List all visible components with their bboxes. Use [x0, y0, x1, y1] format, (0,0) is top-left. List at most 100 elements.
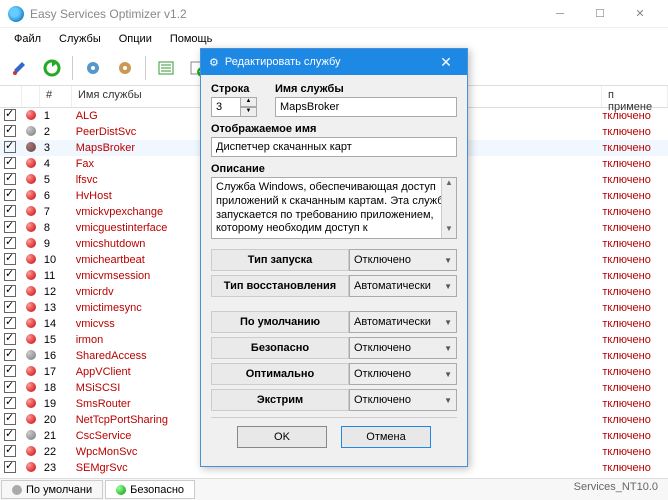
row-checkbox[interactable]: [4, 381, 16, 393]
option-select[interactable]: Автоматически▼: [349, 275, 457, 297]
row-checkbox[interactable]: [4, 429, 16, 441]
row-status: тключено: [598, 206, 668, 218]
row-checkbox[interactable]: [4, 157, 16, 169]
profile-tab-default[interactable]: По умолчани: [1, 480, 103, 499]
option-select[interactable]: Отключено▼: [349, 337, 457, 359]
tool-gear2-icon[interactable]: [111, 54, 139, 82]
row-checkbox[interactable]: [4, 205, 16, 217]
menu-services[interactable]: Службы: [51, 31, 109, 47]
row-number: 4: [40, 158, 72, 170]
status-bullet-icon: [26, 302, 36, 312]
option-label: Экстрим: [211, 389, 349, 411]
display-name-input[interactable]: [211, 137, 457, 157]
row-status: тключено: [598, 334, 668, 346]
service-name: irmon: [72, 334, 201, 346]
status-bullet-icon: [26, 158, 36, 168]
row-checkbox[interactable]: [4, 301, 16, 313]
row-number: 9: [40, 238, 72, 250]
row-status: тключено: [598, 302, 668, 314]
tool-gear1-icon[interactable]: [79, 54, 107, 82]
service-name: lfsvc: [72, 174, 201, 186]
row-number: 5: [40, 174, 72, 186]
svc-name-label: Имя службы: [275, 83, 457, 95]
desc-textarea[interactable]: Служба Windows, обеспечивающая доступ пр…: [211, 177, 457, 239]
line-spinner[interactable]: ▲▼: [211, 97, 265, 117]
status-bullet-icon: [26, 254, 36, 264]
row-checkbox[interactable]: [4, 237, 16, 249]
tool-list-icon[interactable]: [152, 54, 180, 82]
menu-options[interactable]: Опции: [111, 31, 160, 47]
cancel-button[interactable]: Отмена: [341, 426, 431, 448]
status-bullet-icon: [26, 430, 36, 440]
row-checkbox[interactable]: [4, 413, 16, 425]
option-select[interactable]: Отключено▼: [349, 389, 457, 411]
row-status: тключено: [598, 254, 668, 266]
row-status: тключено: [598, 462, 668, 474]
service-name: vmicvmsession: [72, 270, 201, 282]
row-number: 19: [40, 398, 72, 410]
chevron-down-icon: ▼: [444, 370, 452, 379]
spin-down-icon[interactable]: ▼: [241, 107, 257, 117]
row-checkbox[interactable]: [4, 173, 16, 185]
ok-button[interactable]: OK: [237, 426, 327, 448]
close-button[interactable]: ✕: [620, 0, 660, 28]
menu-help[interactable]: Помощь: [162, 31, 221, 47]
row-number: 8: [40, 222, 72, 234]
status-bullet-icon: [26, 190, 36, 200]
row-number: 1: [40, 110, 72, 122]
display-name-label: Отображаемое имя: [211, 123, 457, 135]
option-label: Тип запуска: [211, 249, 349, 271]
row-status: тключено: [598, 158, 668, 170]
status-bullet-icon: [26, 174, 36, 184]
row-number: 2: [40, 126, 72, 138]
row-number: 23: [40, 462, 72, 474]
row-checkbox[interactable]: [4, 349, 16, 361]
option-select[interactable]: Отключено▼: [349, 249, 457, 271]
col-service-name[interactable]: Имя службы: [72, 86, 202, 107]
row-checkbox[interactable]: [4, 141, 16, 153]
dialog-title: Редактировать службу: [225, 56, 341, 68]
tool-refresh-icon[interactable]: [38, 54, 66, 82]
row-checkbox[interactable]: [4, 445, 16, 457]
desc-scrollbar[interactable]: ▲ ▼: [441, 178, 456, 238]
scroll-down-icon[interactable]: ▼: [442, 224, 456, 238]
row-number: 20: [40, 414, 72, 426]
menu-file[interactable]: Файл: [6, 31, 49, 47]
row-checkbox[interactable]: [4, 189, 16, 201]
row-checkbox[interactable]: [4, 333, 16, 345]
row-checkbox[interactable]: [4, 109, 16, 121]
row-checkbox[interactable]: [4, 125, 16, 137]
dialog-close-button[interactable]: ✕: [433, 54, 459, 71]
row-checkbox[interactable]: [4, 253, 16, 265]
edit-service-dialog: ⚙ Редактировать службу ✕ Строка ▲▼ Имя с…: [200, 48, 468, 467]
minimize-button[interactable]: ─: [540, 0, 580, 28]
row-checkbox[interactable]: [4, 221, 16, 233]
dialog-titlebar[interactable]: ⚙ Редактировать службу ✕: [201, 49, 467, 75]
status-bullet-icon: [26, 382, 36, 392]
row-checkbox[interactable]: [4, 269, 16, 281]
spin-up-icon[interactable]: ▲: [241, 97, 257, 107]
row-checkbox[interactable]: [4, 365, 16, 377]
col-status[interactable]: п примене: [602, 86, 668, 107]
scroll-up-icon[interactable]: ▲: [442, 178, 456, 192]
svc-name-input[interactable]: [275, 97, 457, 117]
row-checkbox[interactable]: [4, 397, 16, 409]
option-select[interactable]: Отключено▼: [349, 363, 457, 385]
chevron-down-icon: ▼: [444, 318, 452, 327]
line-input[interactable]: [211, 97, 241, 117]
status-file: Services_NT10.0: [564, 479, 668, 500]
row-checkbox[interactable]: [4, 285, 16, 297]
status-bullet-icon: [26, 270, 36, 280]
maximize-button[interactable]: ☐: [580, 0, 620, 28]
desc-label: Описание: [211, 163, 457, 175]
service-name: PeerDistSvc: [72, 126, 201, 138]
col-number[interactable]: #: [40, 86, 72, 107]
row-checkbox[interactable]: [4, 317, 16, 329]
menubar: Файл Службы Опции Помощь: [0, 28, 668, 50]
status-bullet-icon: [26, 366, 36, 376]
option-label: Тип восстановления: [211, 275, 349, 297]
profile-tab-safe[interactable]: Безопасно: [105, 480, 195, 499]
row-checkbox[interactable]: [4, 461, 16, 473]
tool-wrench-icon[interactable]: [6, 54, 34, 82]
option-select[interactable]: Автоматически▼: [349, 311, 457, 333]
